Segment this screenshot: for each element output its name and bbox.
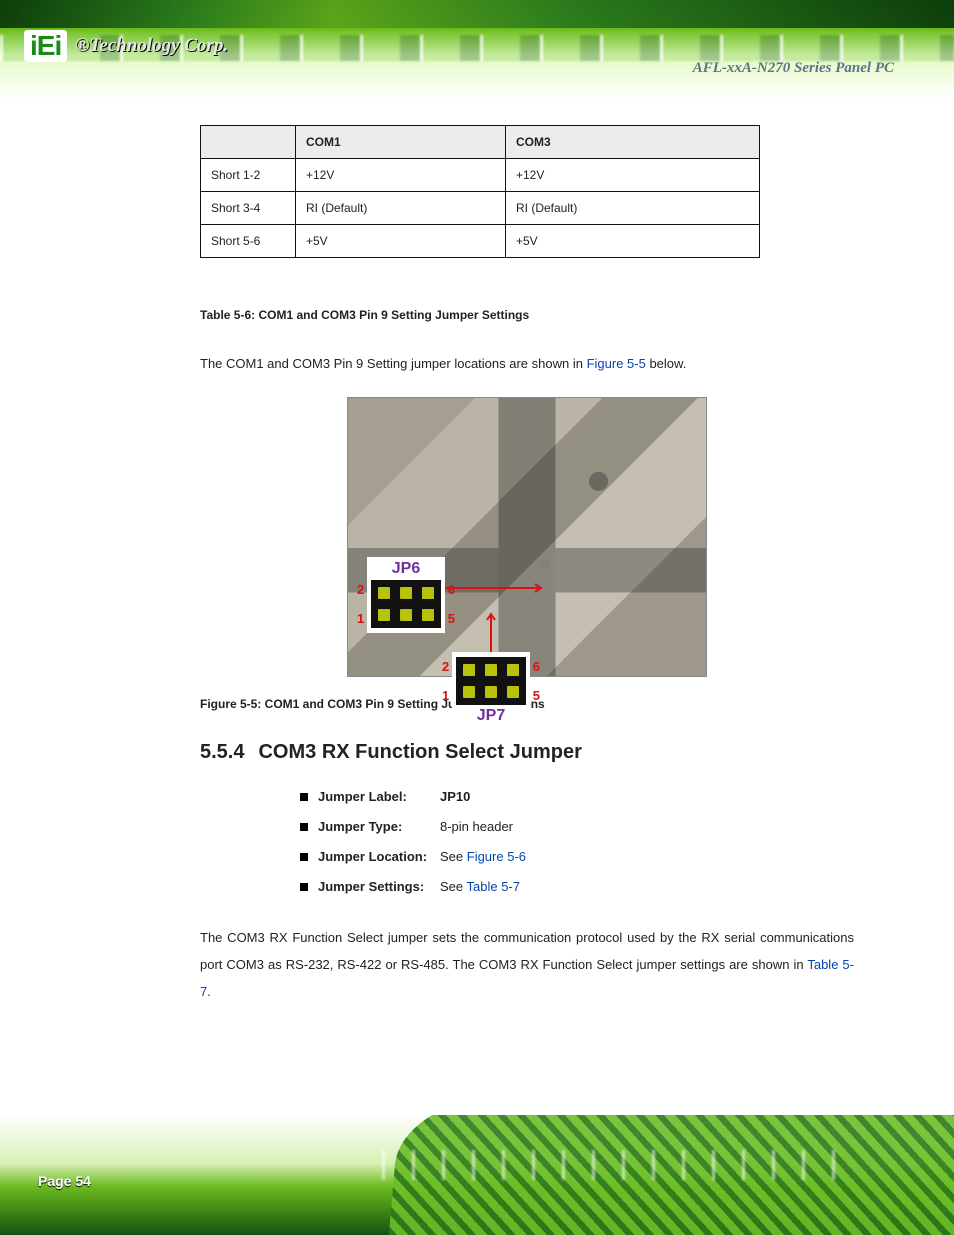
arrow-icon — [445, 583, 545, 593]
pin-block — [371, 580, 441, 628]
section-title-text: COM3 RX Function Select Jumper — [258, 741, 581, 764]
th-com3: COM3 — [506, 126, 760, 159]
logo-mark: iEi — [24, 30, 67, 62]
page-number: Page 54 — [38, 1173, 91, 1189]
spec-row: Jumper Type: 8-pin header — [300, 812, 854, 842]
top-banner: iEi ®Technology Corp. AFL-xxA-N270 Serie… — [0, 0, 954, 100]
text: The COM3 RX Function Select jumper sets … — [200, 930, 854, 972]
pin-block — [456, 657, 526, 705]
section-number: 5.5.4 — [200, 741, 244, 764]
spec-value: 8-pin header — [440, 812, 513, 842]
cell: +5V — [506, 225, 760, 258]
pin-num: 6 — [533, 659, 540, 674]
spec-row: Jumper Location: See Figure 5-6 — [300, 842, 854, 872]
text: See — [440, 849, 467, 864]
figure: JP6 2 6 1 5 — [287, 397, 767, 677]
pin-num: 2 — [357, 582, 364, 597]
spec-row: Jumper Settings: See Table 5-7 — [300, 872, 854, 902]
bottom-banner: Page 54 — [0, 1115, 954, 1235]
page-content: COM1 COM3 Short 1-2 +12V +12V Short 3-4 … — [0, 100, 954, 1006]
pin-num: 1 — [442, 688, 449, 703]
spec-list: Jumper Label: JP10 Jumper Type: 8-pin he… — [300, 782, 854, 902]
cell: Short 3-4 — [201, 192, 296, 225]
th-com1: COM1 — [296, 126, 506, 159]
spec-label: Jumper Settings: — [300, 872, 440, 902]
cell: RI (Default) — [296, 192, 506, 225]
cell: Short 5-6 — [201, 225, 296, 258]
spec-value: See Figure 5-6 — [440, 842, 526, 872]
pin-num: 1 — [357, 611, 364, 626]
cell: Short 1-2 — [201, 159, 296, 192]
figure-ref-link[interactable]: Figure 5-6 — [467, 849, 526, 864]
pin-num: 5 — [448, 611, 455, 626]
text: below. — [646, 356, 686, 371]
table-header-row: COM1 COM3 — [201, 126, 760, 159]
jp7-label: JP7 — [456, 707, 526, 725]
table-ref-link[interactable]: Table 5-7 — [467, 879, 520, 894]
spec-value: JP10 — [440, 782, 470, 812]
table-row: Short 5-6 +5V +5V — [201, 225, 760, 258]
paragraph: The COM3 RX Function Select jumper sets … — [200, 924, 854, 1006]
logo: iEi ®Technology Corp. — [24, 30, 228, 62]
text: The COM1 and COM3 Pin 9 Setting jumper l… — [200, 356, 587, 371]
arrow-icon — [486, 610, 496, 652]
doc-title: AFL-xxA-N270 Series Panel PC — [693, 60, 894, 77]
board-photo — [347, 397, 707, 677]
cell: +12V — [506, 159, 760, 192]
jp6-callout: JP6 2 6 1 5 — [367, 557, 445, 633]
jumper-settings-table: COM1 COM3 Short 1-2 +12V +12V Short 3-4 … — [200, 125, 760, 258]
pin-num: 2 — [442, 659, 449, 674]
table-caption: Table 5-6: COM1 and COM3 Pin 9 Setting J… — [200, 308, 854, 322]
cell: +5V — [296, 225, 506, 258]
spec-row: Jumper Label: JP10 — [300, 782, 854, 812]
th-blank — [201, 126, 296, 159]
jp6-label: JP6 — [371, 560, 441, 578]
spec-label: Jumper Type: — [300, 812, 440, 842]
logo-text: ®Technology Corp. — [75, 35, 228, 57]
cell: +12V — [296, 159, 506, 192]
cell: RI (Default) — [506, 192, 760, 225]
table-row: Short 1-2 +12V +12V — [201, 159, 760, 192]
section-heading: 5.5.4 COM3 RX Function Select Jumper — [200, 741, 854, 764]
figure-block: JP6 2 6 1 5 — [200, 397, 854, 677]
spec-label: Jumper Location: — [300, 842, 440, 872]
table-row: Short 3-4 RI (Default) RI (Default) — [201, 192, 760, 225]
text: See — [440, 879, 467, 894]
pin-num: 5 — [533, 688, 540, 703]
spec-label: Jumper Label: — [300, 782, 440, 812]
text: . — [207, 984, 211, 999]
paragraph: The COM1 and COM3 Pin 9 Setting jumper l… — [200, 350, 854, 377]
jp7-callout: 2 6 1 5 JP7 — [452, 652, 530, 728]
spec-value: See Table 5-7 — [440, 872, 520, 902]
figure-ref-link[interactable]: Figure 5-5 — [587, 356, 646, 371]
